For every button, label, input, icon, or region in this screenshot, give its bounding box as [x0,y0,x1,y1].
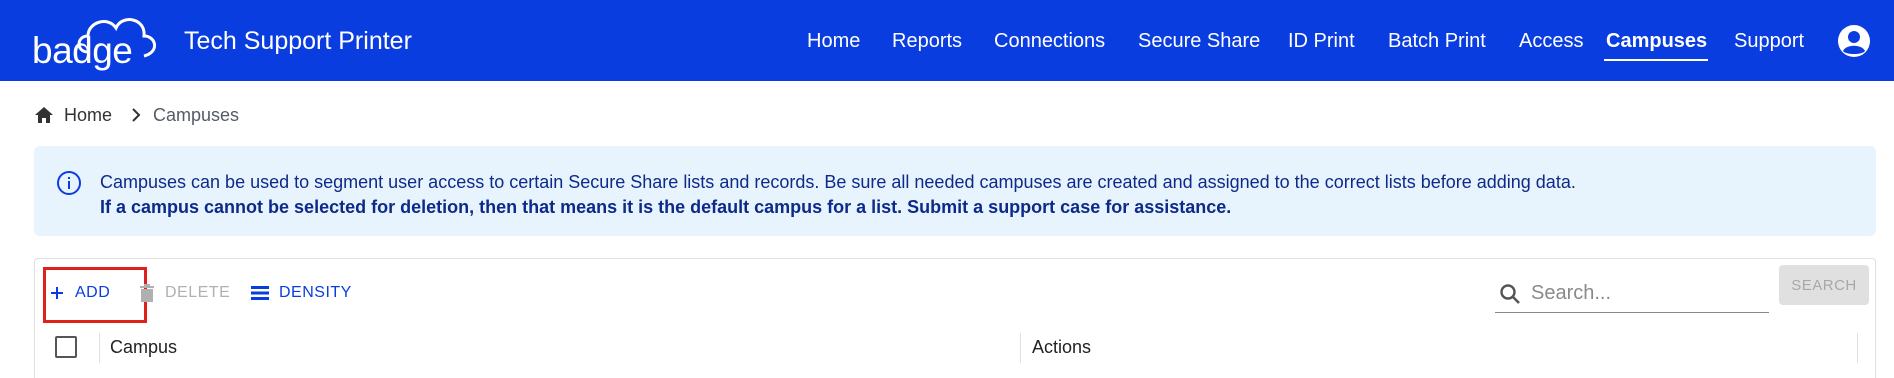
column-separator[interactable] [1857,333,1858,363]
app-title: Tech Support Printer [184,27,412,55]
column-separator[interactable] [1020,333,1021,363]
home-icon[interactable] [34,105,54,125]
nav-campuses[interactable]: Campuses [1606,30,1707,53]
badge-logo[interactable]: badge [32,8,172,74]
chevron-right-icon [132,108,141,122]
alert-message: Campuses can be used to segment user acc… [100,172,1576,192]
select-all-checkbox[interactable] [55,336,77,358]
column-header-campus[interactable]: Campus [110,337,177,358]
search-button[interactable]: SEARCH [1779,265,1869,305]
nav-connections[interactable]: Connections [994,30,1105,53]
column-separator[interactable] [99,333,100,363]
alert-warning: If a campus cannot be selected for delet… [100,197,1232,217]
delete-button[interactable]: DELETE [139,275,230,311]
nav-secure-share[interactable]: Secure Share [1138,30,1260,53]
delete-button-label: DELETE [165,284,231,301]
account-circle-icon[interactable] [1837,24,1871,58]
density-button[interactable]: DENSITY [251,275,352,311]
table-header-row: Campus Actions [35,325,1875,371]
active-nav-indicator [1604,59,1708,61]
logo-text: badge [32,30,133,71]
nav-home[interactable]: Home [807,30,860,53]
nav-batch-print[interactable]: Batch Print [1388,30,1486,53]
nav-reports[interactable]: Reports [892,30,962,53]
info-icon [57,171,81,195]
nav-access[interactable]: Access [1519,30,1583,53]
breadcrumb-home-link[interactable]: Home [64,105,112,126]
search-field[interactable] [1495,273,1769,313]
search-input[interactable] [1531,279,1761,307]
top-navigation-bar: badge Tech Support Printer Home Reports … [0,0,1894,81]
density-icon [251,286,269,300]
search-icon [1500,284,1520,304]
add-button[interactable]: ADD [43,267,147,323]
nav-support[interactable]: Support [1734,30,1804,53]
column-header-actions[interactable]: Actions [1032,337,1091,358]
campuses-data-grid: ADD DELETE DENSITY SEARCH Campus Actions [34,258,1876,378]
highlight-box [43,267,147,323]
nav-id-print[interactable]: ID Print [1288,30,1355,53]
trash-icon [140,284,154,302]
density-button-label: DENSITY [279,284,352,301]
info-alert: Campuses can be used to segment user acc… [34,146,1876,236]
breadcrumb-current: Campuses [153,105,240,125]
